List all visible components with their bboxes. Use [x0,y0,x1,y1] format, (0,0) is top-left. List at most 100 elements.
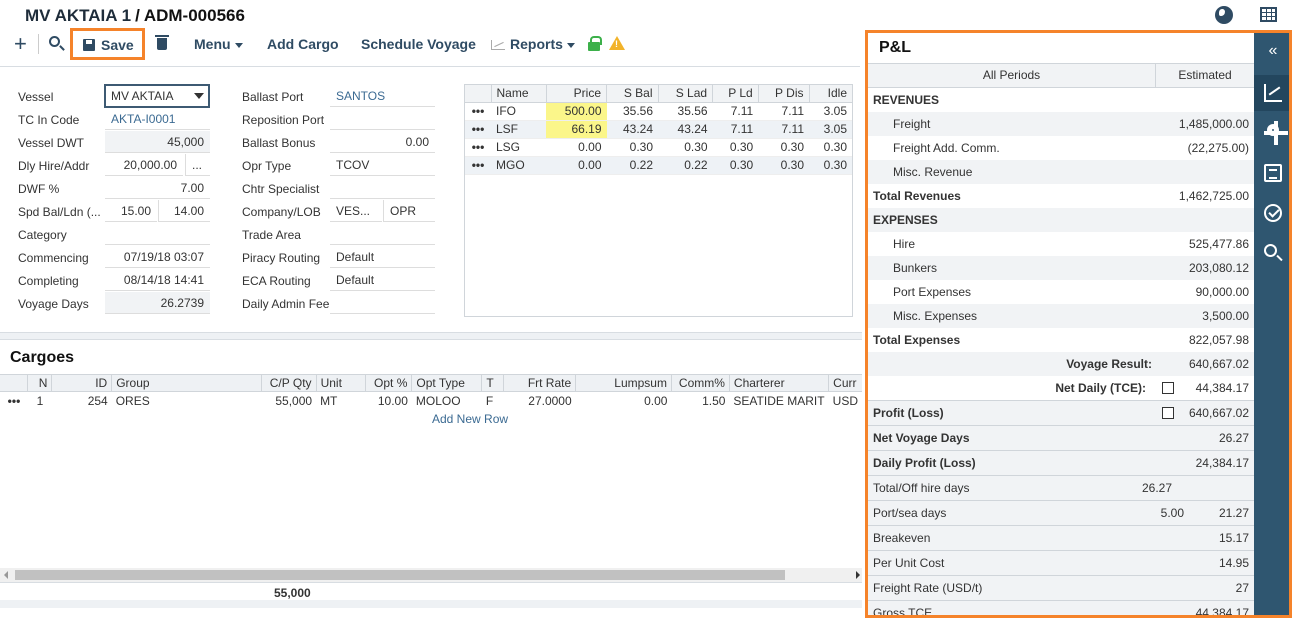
company-field[interactable]: VES... [330,200,382,222]
pnl-row[interactable]: Misc. Expenses 3,500.00 [868,304,1254,328]
table-cell[interactable]: 0.00 [576,392,672,410]
column-header[interactable]: Opt Type [411,374,483,392]
daily-admin-fee-field[interactable] [330,292,435,314]
scroll-left-icon[interactable] [4,571,8,579]
reports-button[interactable]: Reports [491,36,575,52]
dly-hire-addr-button[interactable]: ... [185,154,210,176]
menu-button[interactable]: Menu [194,36,243,52]
pnl-row[interactable]: Freight 1,485,000.00 [868,112,1254,136]
scroll-right-icon[interactable] [856,571,860,579]
gear-icon[interactable] [1264,121,1288,145]
table-row[interactable]: ••• IFO 500.00 35.56 35.56 7.11 7.11 3.0… [465,102,852,121]
tab-all-periods[interactable]: All Periods [868,64,1156,87]
edit-check-icon[interactable] [1264,204,1282,222]
pnl-row[interactable]: Bunkers 203,080.12 [868,256,1254,280]
search-icon[interactable] [49,36,60,47]
table-cell[interactable]: USD [829,392,862,410]
row-menu-icon[interactable]: ••• [465,120,491,139]
column-header[interactable]: Group [111,374,262,392]
table-cell[interactable]: MT [316,392,366,410]
column-header[interactable]: Curr [828,374,862,392]
profit-checkbox[interactable] [1162,407,1174,419]
table-cell[interactable]: 55,000 [261,392,316,410]
column-header[interactable]: Price [546,85,608,103]
piracy-routing-field[interactable]: Default [330,246,435,268]
column-header[interactable]: Frt Rate [503,374,577,392]
table-cell[interactable]: 1.50 [671,392,729,410]
dwf-field[interactable]: 7.00 [105,177,210,199]
column-header[interactable]: Name [491,85,547,103]
dly-hire-field[interactable]: 20,000.00 [105,154,183,176]
voyage-days-field[interactable]: 26.2739 [105,292,210,314]
vessel-title[interactable]: MV AKTAIA 1 [25,6,131,25]
ballast-bonus-field[interactable]: 0.00 [330,131,435,153]
globe-icon[interactable] [1215,6,1233,24]
trade-area-field[interactable] [330,223,435,245]
horizontal-scrollbar[interactable] [0,568,862,582]
row-menu-icon[interactable]: ••• [465,102,491,121]
pnl-row[interactable]: Port Expenses 90,000.00 [868,280,1254,304]
commencing-field[interactable]: 07/19/18 03:07 [105,246,210,268]
table-cell[interactable]: 27.0000 [504,392,576,410]
line-chart-icon[interactable] [1264,84,1282,102]
spd-bal-field[interactable]: 15.00 [105,200,157,222]
table-row[interactable]: ••• LSF 66.19 43.24 43.24 7.11 7.11 3.05 [465,120,852,139]
table-cell[interactable]: SEATIDE MARIT [729,392,828,410]
table-cell[interactable]: 66.19 [546,120,607,139]
vessel-select[interactable]: MV AKTAIA [104,84,210,108]
opr-type-field[interactable]: TCOV [330,154,435,176]
table-row[interactable]: ••• MGO 0.00 0.22 0.22 0.30 0.30 0.30 [465,156,852,175]
pnl-row[interactable]: Freight Add. Comm. (22,275.00) [868,136,1254,160]
category-field[interactable] [105,223,210,245]
table-row[interactable]: ••• 1 254 ORES 55,000 MT 10.00 MOLOO F 2… [0,392,862,410]
row-menu-icon[interactable]: ••• [0,392,28,410]
row-menu-icon[interactable]: ••• [465,156,491,175]
tab-estimated[interactable]: Estimated [1156,64,1254,87]
reposition-port-field[interactable] [330,108,435,130]
column-header[interactable]: Opt % [365,374,413,392]
column-header[interactable]: Comm% [671,374,730,392]
add-new-row-link[interactable]: Add New Row [432,412,508,426]
column-header[interactable]: Unit [316,374,367,392]
column-header[interactable]: C/P Qty [261,374,317,392]
scrollbar-thumb[interactable] [15,570,785,580]
add-cargo-button[interactable]: Add Cargo [267,36,339,52]
row-menu-icon[interactable]: ••• [465,138,491,157]
ballast-port-field[interactable]: SANTOS [330,85,435,107]
checklist-icon[interactable] [1264,164,1282,182]
spd-ldn-field[interactable]: 14.00 [158,200,210,222]
table-cell[interactable]: 500.00 [546,102,607,121]
table-cell[interactable]: MOLOO [412,392,482,410]
tc-in-code-link[interactable]: AKTA-I0001 [105,108,210,130]
pnl-row[interactable]: Hire 525,477.86 [868,232,1254,256]
warning-icon[interactable] [609,36,625,50]
unlock-icon[interactable] [588,36,602,51]
column-header[interactable]: P Dis [758,85,810,103]
column-header[interactable]: T [481,374,505,392]
eca-routing-field[interactable]: Default [330,269,435,291]
column-header[interactable]: P Ld [712,85,759,103]
column-header[interactable]: S Bal [606,85,659,103]
chtr-specialist-field[interactable] [330,177,435,199]
column-header[interactable]: S Lad [658,85,714,103]
table-cell[interactable]: 0.00 [546,156,607,175]
completing-field[interactable]: 08/14/18 14:41 [105,269,210,291]
search-icon[interactable] [1264,244,1277,257]
schedule-voyage-button[interactable]: Schedule Voyage [361,36,476,52]
delete-icon[interactable] [155,35,169,50]
column-header[interactable]: N [27,374,53,392]
save-button[interactable]: Save [70,28,145,60]
column-header[interactable]: Idle [809,85,852,103]
column-header[interactable]: Charterer [729,374,830,392]
vessel-dwt-field[interactable]: 45,000 [105,131,210,153]
column-header[interactable]: Lumpsum [575,374,672,392]
add-icon[interactable]: + [14,31,27,57]
table-cell[interactable]: 0.00 [546,138,607,157]
pnl-row[interactable]: Misc. Revenue [868,160,1254,184]
column-header[interactable]: ID [51,374,113,392]
table-cell[interactable]: F [482,392,504,410]
table-row[interactable]: ••• LSG 0.00 0.30 0.30 0.30 0.30 0.30 [465,138,852,157]
lob-field[interactable]: OPR [383,200,435,222]
net-daily-checkbox[interactable] [1162,382,1174,394]
grid-icon[interactable] [1260,7,1277,22]
